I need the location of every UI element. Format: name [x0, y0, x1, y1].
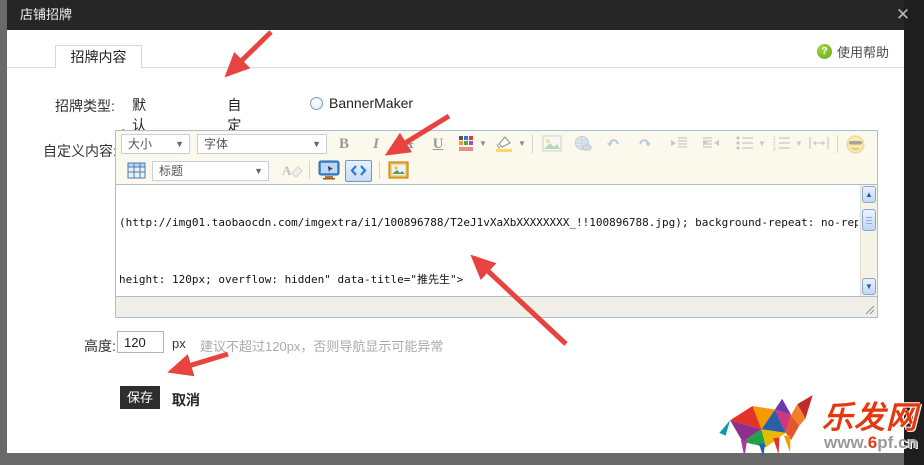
emoticon-icon[interactable]: [846, 135, 866, 153]
height-input[interactable]: [117, 331, 164, 353]
font-size-dropdown-label: 大小: [128, 137, 152, 151]
height-unit: px: [172, 336, 186, 351]
dialog-title: 店铺招牌: [20, 0, 72, 30]
italic-button[interactable]: I: [366, 134, 386, 154]
font-size-dropdown[interactable]: 大小 ▼: [121, 134, 190, 154]
bullet-list-icon[interactable]: [735, 135, 755, 153]
page-background-right: [904, 0, 924, 465]
editor-toolbar-row2: 标题 ▼ A: [116, 158, 877, 184]
chevron-down-icon[interactable]: ▼: [758, 139, 766, 148]
close-icon[interactable]: ✕: [893, 5, 913, 25]
help-label: 使用帮助: [837, 42, 889, 61]
redo-icon[interactable]: ↷: [635, 134, 655, 154]
shop-sign-dialog: 店铺招牌 ? 使用帮助 招牌内容 招牌类型: 默认招牌 自定义招牌 Banner…: [7, 0, 904, 453]
radio-bannermaker-label[interactable]: BannerMaker: [329, 95, 413, 111]
code-line: (http://img01.taobaocdn.com/imgextra/i1/…: [119, 213, 858, 232]
vertical-scrollbar[interactable]: ▲ ▼: [860, 185, 877, 296]
tab-sign-content[interactable]: 招牌内容: [55, 45, 142, 68]
editor-toolbar-row1: 大小 ▼ 字体 ▼ B I A U ▼ ▼: [116, 131, 877, 158]
code-line: height: 120px; overflow: hidden" data-ti…: [119, 270, 858, 289]
indent-decrease-icon[interactable]: [701, 135, 721, 153]
insert-image-icon[interactable]: [542, 135, 562, 153]
rich-text-editor: 大小 ▼ 字体 ▼ B I A U ▼ ▼: [115, 130, 878, 318]
remove-format-icon[interactable]: A: [282, 161, 302, 179]
svg-text:3: 3: [773, 147, 776, 151]
custom-content-label: 自定义内容:: [43, 141, 117, 161]
heading-dropdown[interactable]: 标题 ▼: [152, 161, 269, 181]
cancel-button[interactable]: 取消: [172, 390, 200, 410]
editor-statusbar: [116, 297, 877, 317]
resize-grip-icon[interactable]: [864, 304, 875, 315]
heading-dropdown-label: 标题: [159, 164, 183, 178]
help-link[interactable]: ? 使用帮助: [817, 43, 889, 59]
chevron-down-icon[interactable]: ▼: [795, 139, 803, 148]
font-color-icon[interactable]: [457, 135, 477, 153]
indent-increase-icon[interactable]: [669, 135, 689, 153]
height-label: 高度:: [84, 336, 116, 356]
radio-circle-icon[interactable]: [310, 97, 323, 110]
preview-screen-icon[interactable]: [318, 160, 338, 178]
code-content: (http://img01.taobaocdn.com/imgextra/i1/…: [119, 184, 858, 297]
radio-bannermaker[interactable]: BannerMaker: [310, 95, 413, 111]
chevron-down-icon: ▼: [254, 162, 263, 180]
underline-button[interactable]: U: [428, 134, 448, 154]
scrollbar-thumb[interactable]: [862, 209, 876, 231]
save-button[interactable]: 保存: [120, 386, 160, 409]
sign-type-label: 招牌类型:: [55, 96, 115, 116]
chevron-down-icon[interactable]: ▼: [479, 139, 487, 148]
strikethrough-button[interactable]: A: [398, 134, 418, 154]
undo-icon[interactable]: ↶: [603, 134, 623, 154]
insert-link-icon[interactable]: [573, 135, 593, 153]
source-code-textarea[interactable]: (http://img01.taobaocdn.com/imgextra/i1/…: [116, 184, 877, 297]
chevron-down-icon[interactable]: ▼: [518, 139, 526, 148]
help-question-icon: ?: [817, 44, 832, 59]
page: 店铺招牌 ? 使用帮助 招牌内容 招牌类型: 默认招牌 自定义招牌 Banner…: [0, 0, 924, 465]
svg-text:A: A: [282, 163, 292, 178]
page-background-bottom: [0, 453, 904, 465]
line-spacing-icon[interactable]: [808, 135, 828, 153]
font-family-dropdown[interactable]: 字体 ▼: [197, 134, 327, 154]
dialog-titlebar: 店铺招牌: [7, 0, 904, 30]
font-family-dropdown-label: 字体: [204, 137, 228, 151]
source-code-button[interactable]: [345, 160, 372, 182]
scroll-down-icon[interactable]: ▼: [862, 278, 876, 295]
bold-button[interactable]: B: [334, 134, 354, 154]
background-color-icon[interactable]: [494, 135, 514, 153]
chevron-down-icon: ▼: [312, 135, 321, 153]
photo-frame-icon[interactable]: [388, 161, 408, 179]
numbered-list-icon[interactable]: 123: [772, 135, 792, 153]
scroll-up-icon[interactable]: ▲: [862, 186, 876, 203]
chevron-down-icon: ▼: [175, 135, 184, 153]
height-hint: 建议不超过120px，否则导航显示可能异常: [200, 336, 443, 355]
insert-table-icon[interactable]: [127, 161, 147, 179]
